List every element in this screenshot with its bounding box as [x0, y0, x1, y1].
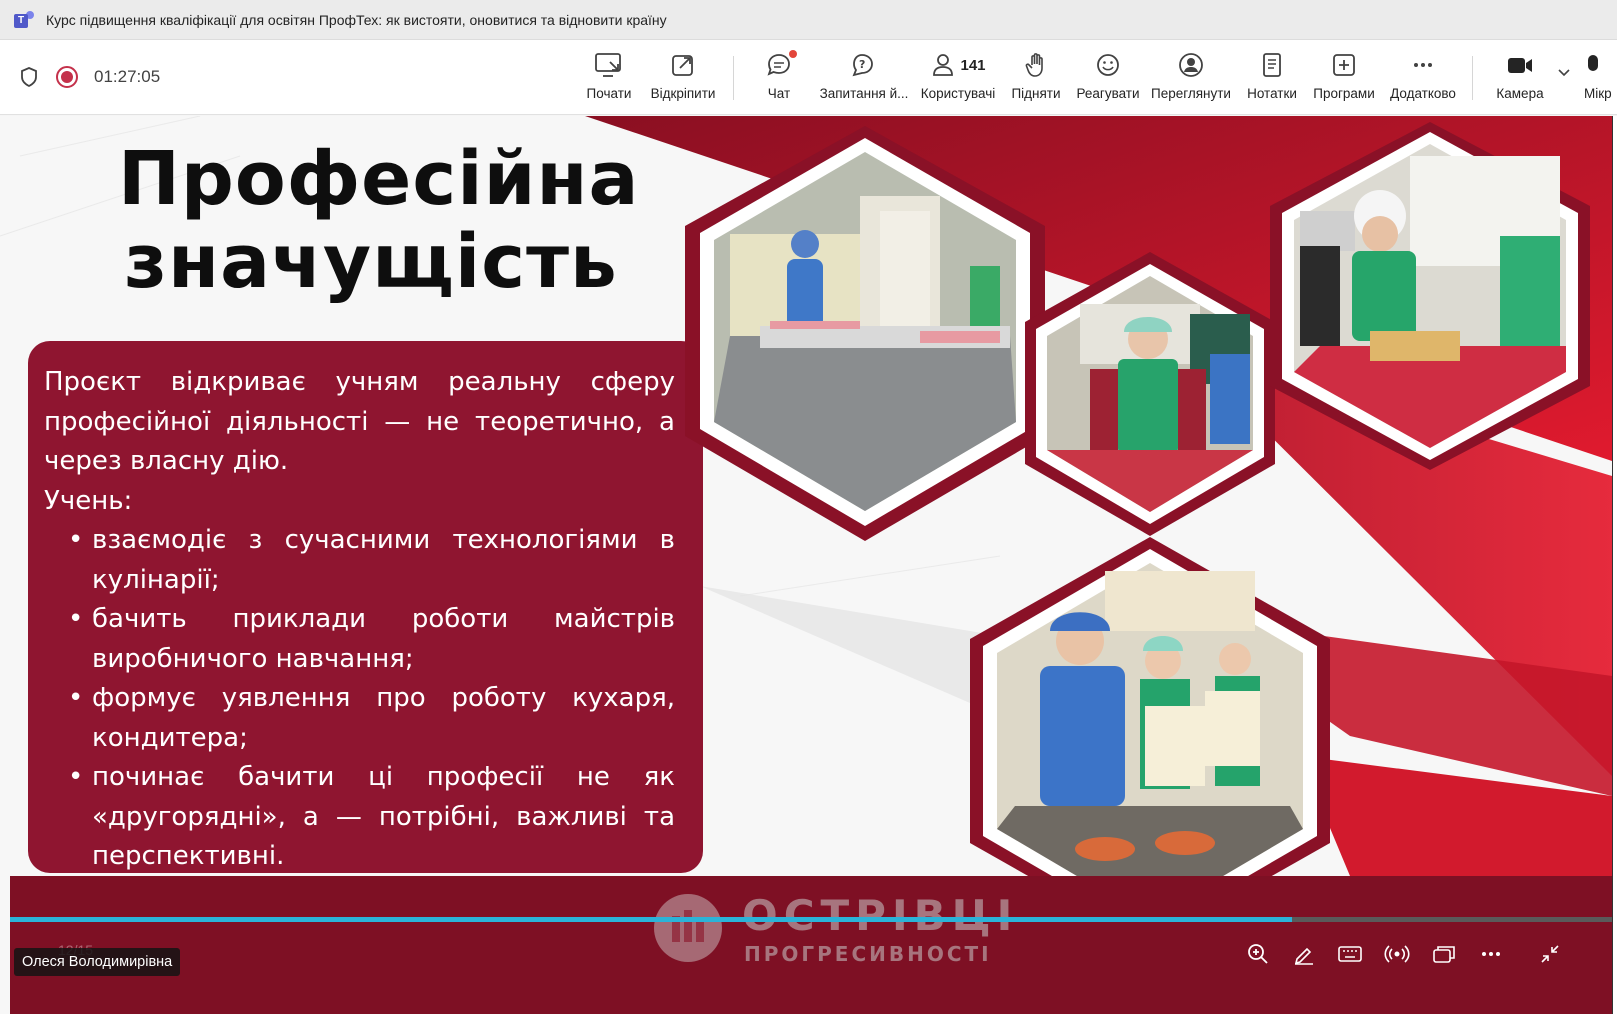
bullet-item: формує уявлення про роботу кухаря, конди…: [68, 679, 675, 758]
view-button[interactable]: Переглянути: [1150, 48, 1232, 110]
slide-text-box: Проєкт відкриває учням реальну сферу про…: [28, 341, 703, 873]
share-screen-icon: [595, 53, 621, 77]
presentation-stage: Професійна значущість Проєкт відкриває у…: [0, 116, 1617, 1014]
people-icon: [933, 54, 954, 76]
react-button[interactable]: Реагувати: [1076, 48, 1140, 110]
notes-label: Нотатки: [1247, 86, 1297, 101]
window-title: Курс підвищення кваліфікації для освітян…: [46, 11, 667, 28]
react-label: Реагувати: [1076, 86, 1140, 101]
people-label: Користувачі: [920, 86, 996, 101]
brand-logo-subtext: ПРОГРЕСИВНОСТІ: [744, 942, 992, 966]
apps-button[interactable]: Програми: [1311, 48, 1377, 110]
qa-button[interactable]: ? Запитання й...: [818, 48, 910, 110]
photo-hex-pupils-cooking: [1270, 122, 1590, 470]
brand-logo-icon: [654, 894, 722, 962]
teams-icon: T: [14, 10, 36, 29]
presenter-name-badge: Олеся Володимирівна: [14, 948, 181, 976]
unread-dot: [789, 50, 797, 58]
bullet-item: взаємодіє з сучасними технологіями в кул…: [68, 521, 675, 600]
camera-options-button[interactable]: [1554, 48, 1574, 110]
brand-logo-text: ОСТРІВЦІ: [742, 891, 1019, 940]
mic-label: Мікр: [1584, 86, 1612, 101]
more-button[interactable]: Додатково: [1388, 48, 1458, 110]
stage-more-button[interactable]: [1475, 938, 1507, 970]
add-apps-icon: [1333, 54, 1355, 76]
slide-bullet-list: взаємодіє з сучасними технологіями в кул…: [68, 521, 675, 877]
keyboard-icon: [1338, 946, 1362, 962]
meeting-toolbar: 01:27:05 Почати Відкріпити Чат ? Запитан…: [0, 40, 1617, 115]
camera-label: Камера: [1496, 86, 1544, 101]
slide-title-line2: значущість: [124, 219, 618, 305]
window-titlebar: T Курс підвищення кваліфікації для освіт…: [0, 0, 1617, 40]
toolbar-divider: [1472, 56, 1473, 100]
chat-label: Чат: [767, 86, 791, 101]
camera-button[interactable]: Камера: [1494, 48, 1546, 110]
notes-button[interactable]: Нотатки: [1246, 48, 1298, 110]
popout-icon: [672, 55, 693, 76]
smiley-icon: [1097, 54, 1119, 76]
participant-count: 141: [960, 56, 986, 74]
chat-button[interactable]: Чат: [763, 48, 797, 110]
meeting-timer: 01:27:05: [94, 67, 161, 86]
share-button[interactable]: Почати: [582, 48, 636, 110]
keyboard-button[interactable]: [1334, 938, 1366, 970]
raise-hand-button[interactable]: Підняти: [1010, 48, 1062, 110]
bullet-item: починає бачити ці професії не як «другор…: [68, 758, 675, 877]
raise-label: Підняти: [1011, 86, 1061, 101]
bullet-item: бачить приклади роботи майстрів виробнич…: [68, 600, 675, 679]
switch-view-button[interactable]: [1428, 938, 1460, 970]
zoom-in-icon: [1248, 944, 1268, 964]
more-icon: [1414, 63, 1432, 67]
photo-hex-pupil-green-apron: [1025, 252, 1275, 536]
mic-button[interactable]: Мікр: [1584, 48, 1617, 110]
more-icon: [1482, 952, 1500, 956]
toolbar-divider: [733, 56, 734, 100]
popout-label: Відкріпити: [650, 86, 716, 101]
popout-button[interactable]: Відкріпити: [648, 48, 718, 110]
broadcast-icon: [1384, 945, 1410, 963]
slide-paragraph: Проєкт відкриває учням реальну сферу про…: [44, 367, 675, 476]
chevron-down-icon: [1558, 69, 1570, 77]
pen-icon: [1294, 947, 1313, 965]
notes-icon: [1263, 53, 1281, 77]
recording-icon: [56, 66, 78, 88]
qa-label: Запитання й...: [819, 86, 909, 101]
svg-text:?: ?: [859, 58, 865, 71]
exit-fullscreen-button[interactable]: [1534, 938, 1566, 970]
stage-right-edge: [1612, 116, 1617, 1014]
mic-icon: [1588, 55, 1598, 71]
windows-icon: [1433, 946, 1455, 963]
view-icon: [1179, 53, 1203, 77]
slide-progress-fill: [10, 917, 1292, 922]
people-button[interactable]: 141 Користувачі: [918, 48, 998, 110]
shared-slide: Професійна значущість Проєкт відкриває у…: [0, 116, 1612, 1014]
slide-title-line1: Професійна: [118, 136, 640, 222]
annotate-button[interactable]: [1288, 938, 1320, 970]
view-label: Переглянути: [1151, 86, 1231, 101]
student-label: Учень:: [44, 485, 133, 516]
zoom-in-button[interactable]: [1242, 938, 1274, 970]
camera-icon: [1508, 58, 1532, 73]
photo-hex-classroom-teacher: [685, 126, 1045, 541]
shield-icon[interactable]: [18, 66, 40, 88]
qa-icon: ?: [852, 54, 873, 77]
broadcast-button[interactable]: [1381, 938, 1413, 970]
hand-icon: [1025, 53, 1043, 77]
collapse-icon: [1541, 945, 1559, 963]
share-label: Почати: [586, 86, 632, 101]
apps-label: Програми: [1313, 86, 1375, 101]
more-label: Додатково: [1390, 86, 1456, 101]
